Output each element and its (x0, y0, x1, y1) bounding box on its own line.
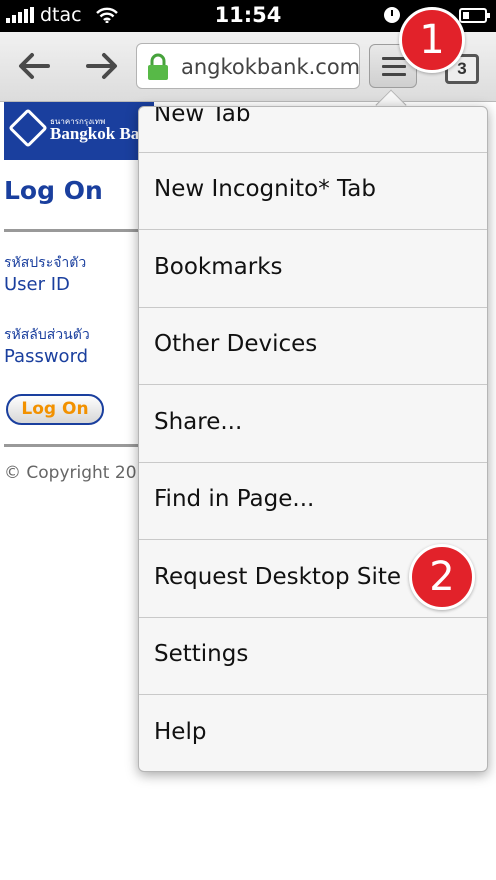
copyright-text: © Copyright 20 (4, 463, 137, 483)
menu-item-bookmarks[interactable]: Bookmarks (139, 231, 487, 308)
page-title: Log On (4, 176, 103, 205)
menu-item-other-devices[interactable]: Other Devices (139, 308, 487, 385)
user-id-label-th: รหัสประจำตัว (4, 255, 87, 271)
step-badge-1: 1 (399, 7, 465, 73)
menu-item-label: Share... (154, 409, 243, 435)
logo-diamond-icon (8, 108, 48, 148)
menu-item-label: Settings (154, 641, 249, 667)
menu-item-new-incognito-tab[interactable]: New Incognito* Tab (139, 153, 487, 230)
bank-logo[interactable]: ธนาคารกรุงเทพ Bangkok Bank (4, 102, 154, 160)
divider (4, 229, 144, 232)
menu-item-settings[interactable]: Settings (139, 618, 487, 695)
forward-arrow-icon[interactable] (82, 48, 122, 84)
menu-item-label: Bookmarks (154, 254, 283, 280)
menu-item-label: Request Desktop Site (154, 564, 402, 590)
menu-item-label: New Tab (154, 106, 251, 127)
password-label: Password (4, 346, 89, 367)
address-bar[interactable]: angkokbank.com (136, 43, 360, 89)
password-label-th: รหัสลับส่วนตัว (4, 327, 90, 343)
menu-item-label: Find in Page... (154, 486, 315, 512)
url-text: angkokbank.com (181, 55, 360, 79)
menu-item-label: Help (154, 719, 207, 745)
user-id-label: User ID (4, 274, 70, 295)
menu-item-find-in-page[interactable]: Find in Page... (139, 463, 487, 540)
menu-item-help[interactable]: Help (139, 696, 487, 771)
logon-button[interactable]: Log On (6, 394, 104, 425)
menu-item-share[interactable]: Share... (139, 386, 487, 463)
back-arrow-icon[interactable] (14, 48, 54, 84)
menu-item-label: Other Devices (154, 331, 318, 357)
menu-item-label: New Incognito* Tab (154, 176, 376, 202)
battery-icon (459, 8, 490, 23)
divider (4, 444, 144, 447)
browser-menu: New Tab New Incognito* Tab Bookmarks Oth… (138, 106, 488, 772)
alarm-clock-icon (384, 7, 400, 23)
step-badge-2: 2 (409, 544, 475, 610)
menu-item-new-tab[interactable]: New Tab (139, 107, 487, 153)
lock-icon (148, 53, 168, 80)
